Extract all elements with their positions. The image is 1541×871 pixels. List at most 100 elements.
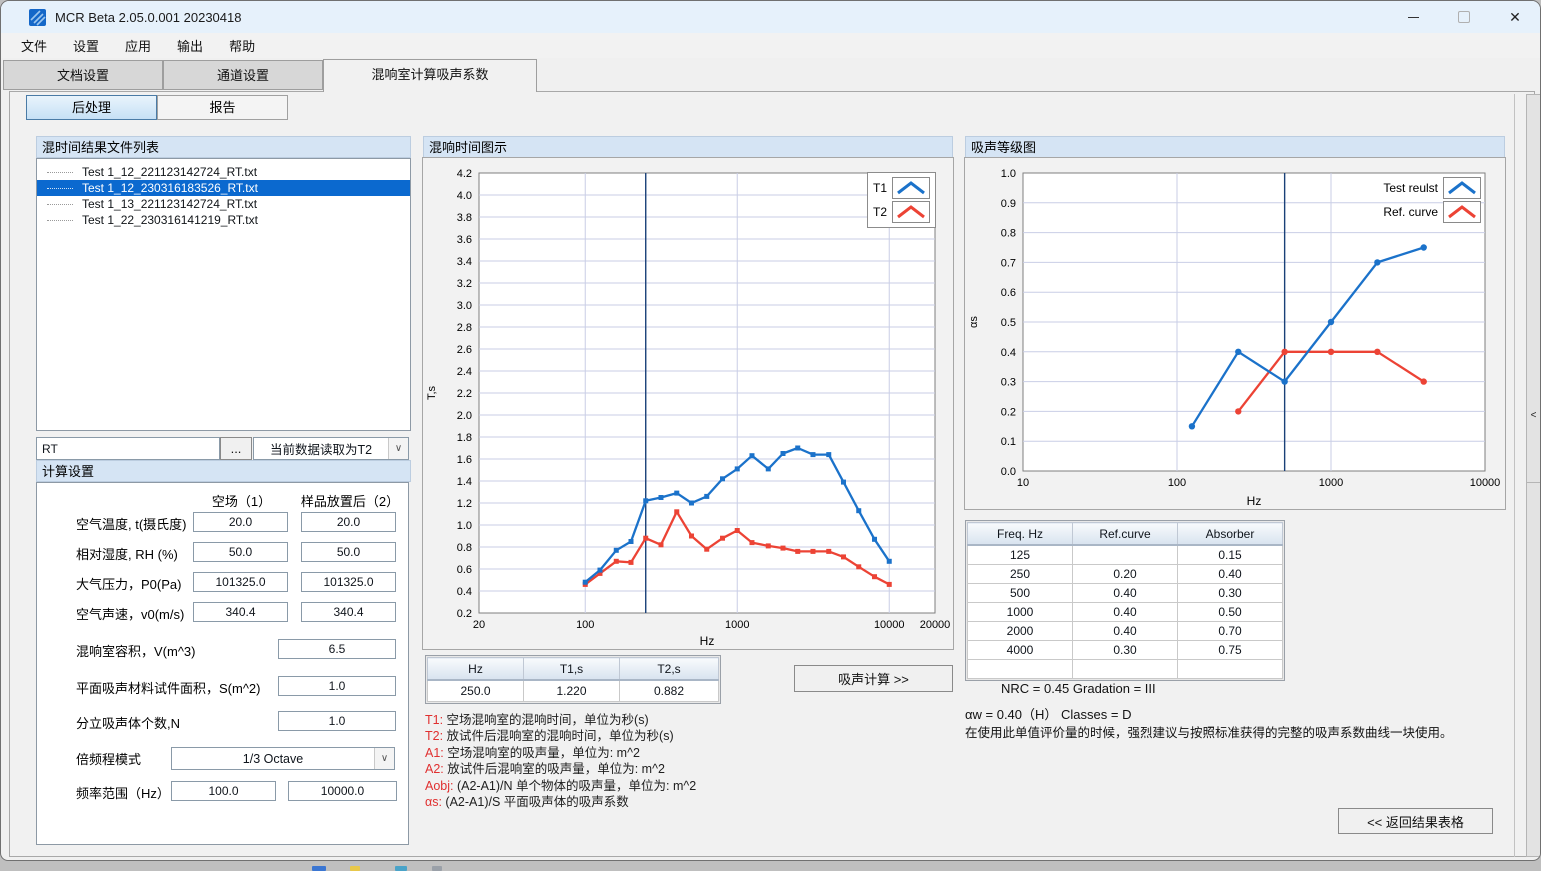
table-cell [968, 660, 1073, 679]
taskbar-hint [350, 866, 360, 871]
tab-reverb-absorption[interactable]: 混响室计算吸声系数 [323, 59, 537, 92]
svg-text:0.9: 0.9 [1001, 198, 1016, 210]
setting-input[interactable] [193, 572, 288, 592]
title-bar: MCR Beta 2.05.0.001 20230418 ✕ [1, 1, 1540, 33]
list-item[interactable]: Test 1_12_230316183526_RT.txt [37, 180, 410, 196]
setting-input[interactable] [278, 639, 396, 659]
svg-text:T,s: T,s [426, 385, 438, 400]
table-cell: 250 [968, 565, 1073, 584]
setting-label: 分立吸声体个数,N [76, 713, 180, 732]
menu-item-2[interactable]: 应用 [115, 33, 161, 58]
rt-chart-svg[interactable]: 0.20.40.60.81.01.21.41.61.82.02.22.42.62… [423, 158, 953, 649]
rt-chart[interactable]: 0.20.40.60.81.01.21.41.61.82.02.22.42.62… [423, 158, 953, 649]
table-cell: 1.220 [524, 680, 620, 702]
legend-label: Ref. curve [1383, 205, 1438, 219]
setting-input[interactable] [301, 542, 396, 562]
setting-label: 混响室容积，V(m^3) [76, 641, 196, 660]
table-header-cell: Absorber [1178, 523, 1283, 546]
svg-text:0.6: 0.6 [1001, 287, 1016, 299]
app-icon [29, 9, 46, 26]
svg-text:3.2: 3.2 [457, 278, 472, 290]
chevron-down-icon: ∨ [388, 438, 408, 459]
table-row: 5000.400.30 [968, 584, 1283, 603]
setting-label: 空气温度, t(摄氏度) [76, 514, 187, 533]
table-row: 250.01.2200.882 [428, 680, 719, 702]
setting-input[interactable] [278, 676, 396, 696]
absorption-calc-button[interactable]: 吸声计算 >> [794, 665, 953, 692]
setting-input[interactable] [301, 512, 396, 532]
setting-input[interactable] [301, 572, 396, 592]
setting-input[interactable] [193, 512, 288, 532]
tab-channel-settings[interactable]: 通道设置 [163, 60, 323, 90]
table-cell: 0.40 [1178, 565, 1283, 584]
grade-chart-legend: Test reulstRef. curve [1341, 175, 1481, 225]
browse-button[interactable]: ... [220, 437, 252, 460]
table-cell [1073, 660, 1178, 679]
table-cell: 0.50 [1178, 603, 1283, 622]
return-results-button[interactable]: << 返回结果表格 [1338, 808, 1493, 834]
table-header-cell: Ref.curve [1073, 523, 1178, 546]
table-cell: 0.30 [1073, 641, 1178, 660]
table-row: 2500.200.40 [968, 565, 1283, 584]
grade-table-grid: Freq. HzRef.curveAbsorber1250.152500.200… [967, 522, 1283, 679]
file-list[interactable]: Test 1_12_221123142724_RT.txtTest 1_12_2… [36, 158, 411, 431]
tab-postprocess[interactable]: 后处理 [26, 95, 157, 120]
list-item[interactable]: Test 1_22_230316141219_RT.txt [37, 212, 410, 228]
menu-item-0[interactable]: 文件 [11, 33, 57, 58]
setting-input[interactable] [278, 711, 396, 731]
svg-text:4.0: 4.0 [457, 190, 472, 202]
grade-table: Freq. HzRef.curveAbsorber1250.152500.200… [965, 520, 1285, 681]
table-row: 40000.300.75 [968, 641, 1283, 660]
list-item[interactable]: Test 1_13_221123142724_RT.txt [37, 196, 410, 212]
table-cell: 500 [968, 584, 1073, 603]
tab-report[interactable]: 报告 [157, 95, 288, 120]
list-item[interactable]: Test 1_12_221123142724_RT.txt [37, 164, 410, 180]
column-header-empty-room: 空场（1） [193, 491, 290, 510]
svg-text:1.0: 1.0 [457, 520, 472, 532]
svg-text:3.8: 3.8 [457, 212, 472, 224]
chevron-down-icon: ∨ [374, 748, 394, 769]
menu-item-3[interactable]: 输出 [167, 33, 213, 58]
setting-input[interactable] [193, 542, 288, 562]
svg-text:0.3: 0.3 [1001, 377, 1016, 389]
collapse-left-icon[interactable]: < [1527, 410, 1540, 421]
legend-item: T2 [873, 201, 930, 223]
menu-item-1[interactable]: 设置 [63, 33, 109, 58]
minimize-button[interactable] [1390, 1, 1436, 33]
setting-label: 倍频程模式 [76, 749, 141, 768]
svg-text:3.0: 3.0 [457, 300, 472, 312]
svg-text:2.2: 2.2 [457, 388, 472, 400]
menu-item-4[interactable]: 帮助 [219, 33, 265, 58]
calc-settings-header: 计算设置 [36, 460, 411, 482]
close-button[interactable]: ✕ [1492, 1, 1538, 33]
table-row: 20000.400.70 [968, 622, 1283, 641]
current-data-select[interactable]: 当前数据读取为T2 ∨ [253, 437, 409, 460]
tab-document-settings[interactable]: 文档设置 [3, 60, 163, 90]
svg-text:0.8: 0.8 [457, 542, 472, 554]
file-name: Test 1_22_230316141219_RT.txt [82, 212, 258, 228]
setting-input[interactable] [288, 781, 397, 801]
svg-text:Hz: Hz [1247, 494, 1262, 508]
rt-chart-header: 混响时间图示 [423, 136, 953, 158]
table-header-cell: T2,s [620, 658, 719, 681]
nrc-result: NRC = 0.45 Gradation = III [1001, 681, 1156, 696]
setting-input[interactable] [301, 602, 396, 622]
tree-branch-line [47, 203, 73, 205]
rt-table-grid: HzT1,sT2,s250.01.2200.882 [427, 657, 719, 702]
tree-branch-line [47, 171, 73, 173]
maximize-button[interactable] [1441, 1, 1487, 33]
setting-label: 相对湿度, RH (%) [76, 544, 178, 563]
taskbar-hint [312, 866, 326, 871]
setting-input[interactable] [193, 602, 288, 622]
rt-filter-input[interactable] [36, 437, 220, 460]
setting-input[interactable] [171, 781, 276, 801]
svg-text:0.5: 0.5 [1001, 317, 1016, 329]
strip-divider [1527, 482, 1540, 483]
svg-text:100: 100 [576, 619, 594, 631]
setting-label: 大气压力，P0(Pa) [76, 574, 181, 593]
octave-mode-select[interactable]: 1/3 Octave∨ [171, 747, 395, 770]
table-cell: 0.40 [1073, 622, 1178, 641]
svg-text:Hz: Hz [700, 634, 715, 648]
current-data-value: 当前数据读取为T2 [254, 438, 388, 459]
file-name: Test 1_13_221123142724_RT.txt [82, 196, 257, 212]
